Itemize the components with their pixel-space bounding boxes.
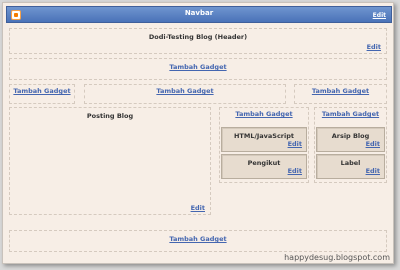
- main-section: Posting Blog Edit: [9, 107, 211, 215]
- add-gadget-link-crosscol[interactable]: Tambah Gadget: [10, 63, 386, 71]
- widget-label-gadget: Label Edit: [316, 154, 385, 179]
- header-edit-link[interactable]: Edit: [367, 43, 381, 51]
- tabs-section-right: Tambah Gadget: [294, 84, 387, 104]
- header-title: Dodi-Testing Blog (Header): [148, 33, 248, 41]
- navbar: Navbar Edit: [6, 6, 392, 23]
- navbar-edit-link[interactable]: Edit: [373, 12, 386, 19]
- navbar-title: Navbar: [184, 9, 214, 17]
- main-edit-link[interactable]: Edit: [191, 204, 205, 212]
- crosscol-section: Tambah Gadget: [9, 58, 387, 80]
- widget-label: HTML/JavaScript: [233, 132, 294, 140]
- add-gadget-link-right[interactable]: Tambah Gadget: [295, 87, 386, 95]
- add-gadget-link-left[interactable]: Tambah Gadget: [10, 87, 74, 95]
- widget-edit-link[interactable]: Edit: [288, 140, 302, 148]
- widget-edit-link[interactable]: Edit: [366, 140, 380, 148]
- add-gadget-link-footer[interactable]: Tambah Gadget: [10, 235, 386, 243]
- widget-label: Pengikut: [247, 159, 281, 167]
- footer-section: Tambah Gadget: [9, 230, 387, 252]
- widget-html-javascript: HTML/JavaScript Edit: [221, 127, 307, 152]
- widget-label: Arsip Blog: [331, 132, 370, 140]
- widget-edit-link[interactable]: Edit: [366, 167, 380, 175]
- widget-pengikut: Pengikut Edit: [221, 154, 307, 179]
- widget-arsip-blog: Arsip Blog Edit: [316, 127, 385, 152]
- main-title: Posting Blog: [86, 112, 134, 120]
- add-gadget-link-sidebar-left[interactable]: Tambah Gadget: [220, 110, 308, 118]
- layout-editor-canvas: Navbar Edit Dodi-Testing Blog (Header) E…: [2, 2, 394, 264]
- add-gadget-link-sidebar-right[interactable]: Tambah Gadget: [315, 110, 386, 118]
- add-gadget-link-center[interactable]: Tambah Gadget: [85, 87, 285, 95]
- tabs-section-center: Tambah Gadget: [84, 84, 286, 104]
- header-section: Dodi-Testing Blog (Header) Edit: [9, 28, 387, 54]
- tabs-section-left: Tambah Gadget: [9, 84, 75, 104]
- watermark: happydesug.blogspot.com: [284, 253, 390, 262]
- widget-edit-link[interactable]: Edit: [288, 167, 302, 175]
- widget-label: Label: [340, 159, 361, 167]
